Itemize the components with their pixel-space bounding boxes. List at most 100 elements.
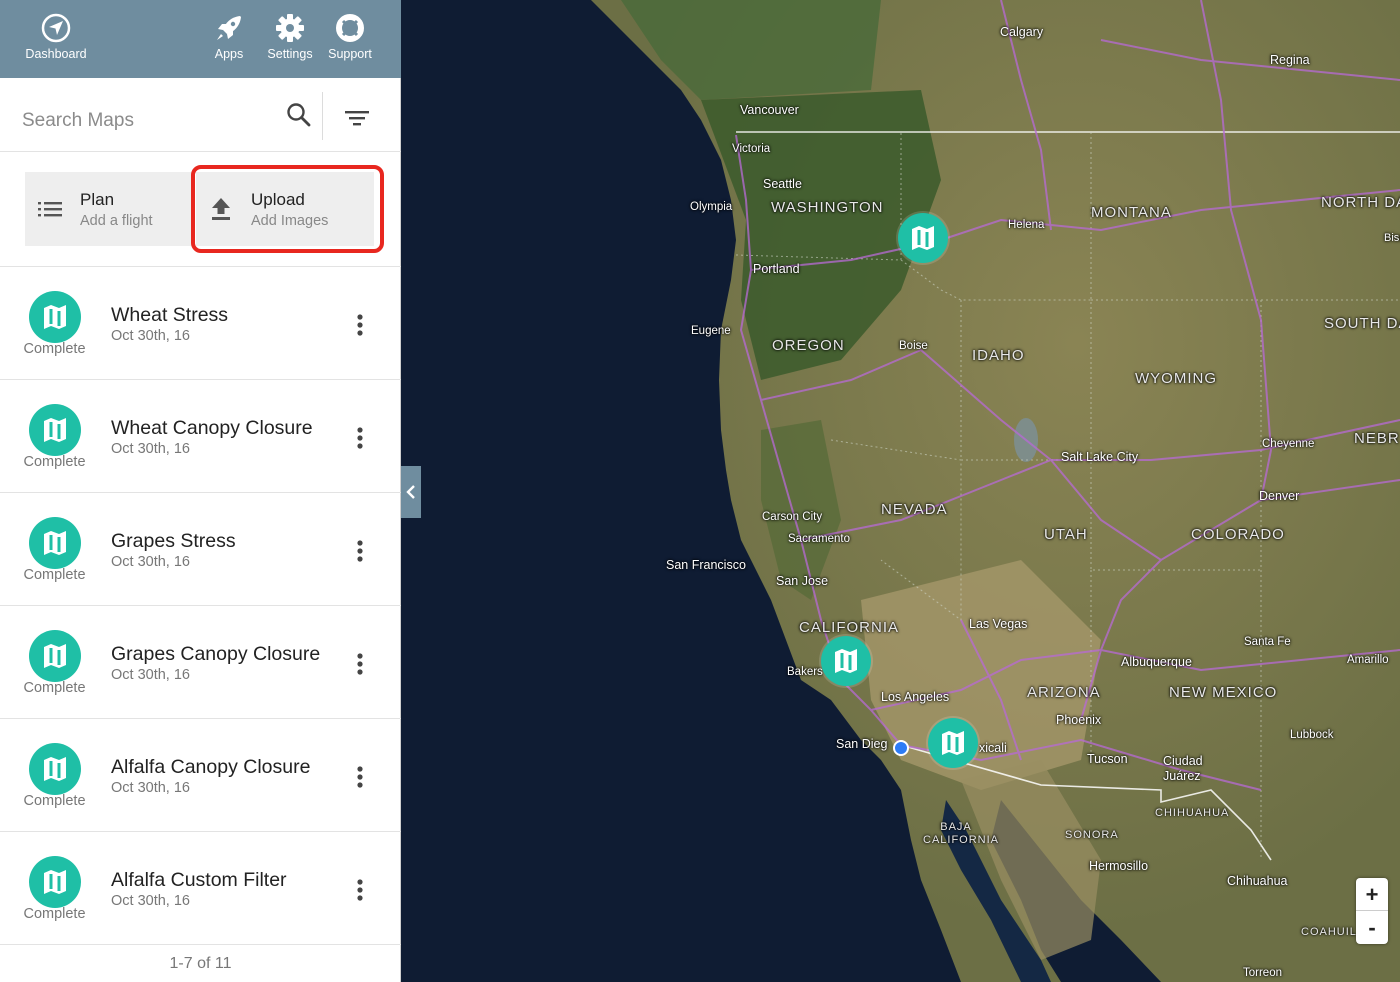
search-input[interactable] — [22, 104, 272, 138]
city-label: Calgary — [1000, 25, 1044, 39]
state-label: OREGON — [772, 337, 845, 354]
map-list-item[interactable]: Complete Alfalfa Canopy Closure Oct 30th, … — [0, 719, 401, 832]
city-label: Chihuahua — [1227, 874, 1288, 888]
city-label: xicali — [979, 741, 1007, 755]
plan-subtitle: Add a flight — [80, 213, 153, 229]
map-icon — [44, 418, 66, 442]
city-label: San Francisco — [666, 558, 746, 572]
state-label: ARIZONA — [1027, 684, 1101, 701]
city-label: Eugene — [691, 325, 731, 337]
state-label: NEW MEXICO — [1169, 684, 1278, 701]
city-label: Carson City — [762, 511, 823, 523]
compass-icon — [41, 13, 71, 43]
zoom-out-button[interactable]: - — [1356, 911, 1388, 944]
city-label: Olympia — [690, 201, 733, 213]
zoom-in-button[interactable]: + — [1356, 878, 1388, 911]
state-label: SOUTH DA — [1324, 315, 1400, 332]
map-list-item[interactable]: Complete Alfalfa Custom Filter Oct 30th, 1… — [0, 832, 401, 945]
map-status: Complete — [23, 680, 86, 696]
more-options-icon[interactable] — [346, 537, 374, 565]
chevron-left-icon — [406, 485, 415, 499]
map-marker[interactable] — [928, 718, 978, 768]
collapse-sidebar-button[interactable] — [401, 466, 421, 518]
city-label: Salt Lake City — [1061, 450, 1139, 464]
map-date: Oct 30th, 16 — [111, 893, 190, 909]
map-icon — [44, 644, 66, 668]
state-label: SONORA — [1065, 829, 1119, 841]
map-title: Alfalfa Custom Filter — [111, 869, 287, 891]
state-label: CHIHUAHUA — [1155, 807, 1230, 819]
map-date: Oct 30th, 16 — [111, 441, 190, 457]
map-marker[interactable] — [898, 213, 948, 263]
map-status: Complete — [23, 906, 86, 922]
map-date: Oct 30th, 16 — [111, 554, 190, 570]
dashboard-label: Dashboard — [25, 47, 87, 61]
more-options-icon[interactable] — [346, 650, 374, 678]
map-status: Complete — [23, 341, 86, 357]
map-title: Alfalfa Canopy Closure — [111, 756, 311, 778]
map-view[interactable]: Calgary Regina Vancouver Victoria Seattl… — [401, 0, 1400, 982]
state-label: COLORADO — [1191, 526, 1285, 543]
settings-button[interactable]: Settings — [262, 0, 318, 78]
more-options-icon[interactable] — [346, 311, 374, 339]
map-list-item[interactable]: Complete Grapes Canopy Closure Oct 30th, 1… — [0, 606, 401, 719]
upload-button[interactable]: Upload Add Images — [196, 172, 374, 246]
city-label: Ciudad Juárez — [1163, 754, 1203, 783]
city-label: Regina — [1270, 53, 1310, 67]
city-label: Helena — [1008, 219, 1045, 231]
city-label: Seattle — [763, 177, 802, 191]
plan-title: Plan — [80, 190, 115, 209]
apps-button[interactable]: Apps — [205, 0, 253, 78]
city-label: Sacramento — [788, 533, 851, 545]
city-label: Phoenix — [1056, 713, 1102, 727]
city-label: Portland — [753, 262, 800, 276]
satellite-map — [401, 0, 1400, 982]
city-label: Los Angeles — [881, 690, 950, 704]
city-label: Tucson — [1087, 752, 1128, 766]
state-label: WASHINGTON — [771, 199, 884, 216]
map-icon — [44, 531, 66, 555]
rocket-icon — [217, 16, 241, 40]
map-status-badge — [29, 291, 81, 343]
support-button[interactable]: Support — [322, 0, 378, 78]
map-marker[interactable] — [821, 636, 871, 686]
map-title: Grapes Canopy Closure — [111, 643, 321, 665]
current-location-dot — [893, 740, 909, 756]
map-status: Complete — [23, 793, 86, 809]
more-options-icon[interactable] — [346, 424, 374, 452]
state-label: WYOMING — [1135, 370, 1217, 387]
map-status: Complete — [23, 567, 86, 583]
city-label: Albuquerque — [1121, 655, 1192, 669]
search-icon[interactable] — [286, 102, 312, 128]
map-icon — [912, 226, 934, 250]
map-status-badge — [29, 404, 81, 456]
plan-button[interactable]: Plan Add a flight — [25, 172, 193, 246]
action-buttons: Plan Add a flight Upload Add Images — [0, 152, 401, 267]
map-list-item[interactable]: Complete Wheat Canopy Closure Oct 30th, 16 — [0, 380, 401, 493]
state-label: IDAHO — [972, 347, 1025, 364]
upload-icon — [212, 198, 230, 220]
filter-icon[interactable] — [344, 108, 370, 128]
dashboard-button[interactable]: Dashboard — [16, 0, 96, 78]
map-list-item[interactable]: Complete Wheat Stress Oct 30th, 16 — [0, 267, 401, 380]
city-label: Cheyenne — [1262, 438, 1315, 450]
more-options-icon[interactable] — [346, 763, 374, 791]
map-date: Oct 30th, 16 — [111, 780, 190, 796]
city-label: Amarillo — [1347, 654, 1389, 666]
upload-subtitle: Add Images — [251, 213, 329, 229]
map-icon — [942, 731, 964, 755]
more-options-icon[interactable] — [346, 876, 374, 904]
city-label: Torreon — [1243, 967, 1282, 979]
state-label: NEBR — [1354, 430, 1400, 447]
map-list-item[interactable]: Complete Grapes Stress Oct 30th, 16 — [0, 493, 401, 606]
sidebar: Dashboard Apps Settings Support Search M… — [0, 0, 401, 982]
state-label: MONTANA — [1091, 204, 1172, 221]
city-label: Victoria — [732, 143, 771, 155]
gear-icon — [276, 14, 304, 42]
apps-label: Apps — [214, 47, 244, 61]
state-label: CALIFORNIA — [799, 619, 900, 636]
state-label: BAJA CALIFORNIA — [923, 821, 1000, 846]
state-label: UTAH — [1044, 526, 1088, 543]
map-status-badge — [29, 630, 81, 682]
search-divider — [322, 92, 323, 140]
